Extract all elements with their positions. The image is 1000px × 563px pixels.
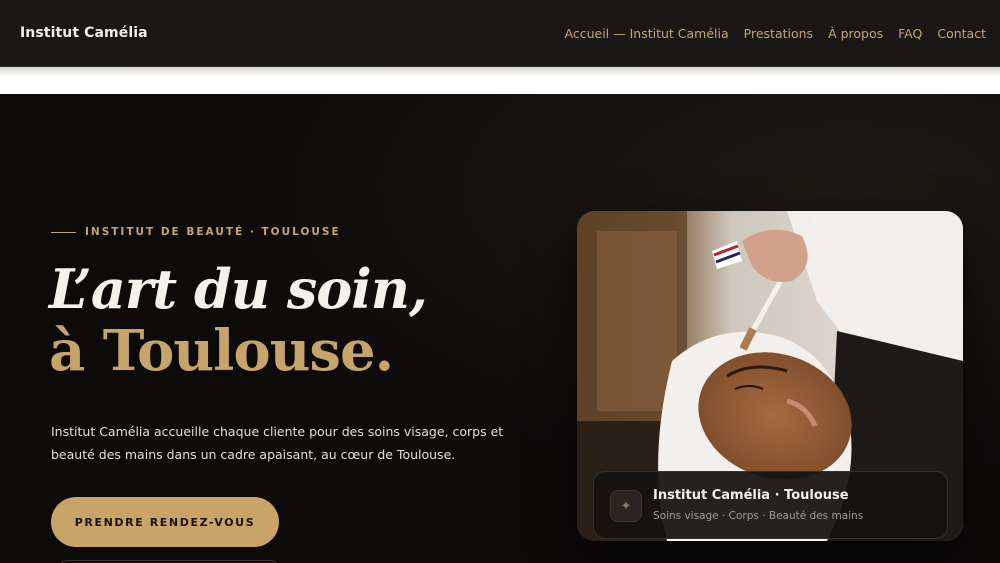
brand-logo[interactable]: Institut Camélia	[20, 25, 148, 41]
hero-eyebrow: INSTITUT DE BEAUTÉ · TOULOUSE	[51, 226, 341, 238]
hero-title-line1: L’art du soin,	[49, 257, 428, 321]
nav-link-contact[interactable]: Contact	[937, 26, 986, 41]
eyebrow-text: INSTITUT DE BEAUTÉ · TOULOUSE	[85, 226, 341, 238]
top-navbar: Institut Camélia Accueil — Institut Camé…	[0, 0, 1000, 67]
hero-description: Institut Camélia accueille chaque client…	[51, 424, 504, 462]
book-appointment-button[interactable]: PRENDRE RENDEZ-VOUS	[51, 497, 279, 547]
nav-link-a-propos[interactable]: À propos	[828, 26, 883, 41]
sparkle-icon: ✦	[610, 490, 642, 522]
eyebrow-line	[51, 231, 76, 233]
card-subtitle: Soins visage · Corps · Beauté des mains	[653, 510, 864, 522]
nav-link-prestations[interactable]: Prestations	[744, 26, 813, 41]
nav-menu: Accueil — Institut Camélia Prestations À…	[565, 26, 986, 41]
hero-title: L’art du soin, à Toulouse.	[49, 257, 428, 384]
card-title: Institut Camélia · Toulouse	[653, 488, 849, 503]
location-card: ✦ Institut Camélia · Toulouse Soins visa…	[593, 471, 948, 539]
header-spacer-band	[0, 67, 1000, 94]
hero-title-line2: à Toulouse.	[49, 318, 394, 384]
nav-link-faq[interactable]: FAQ	[898, 26, 922, 41]
nav-link-accueil[interactable]: Accueil — Institut Camélia	[565, 26, 729, 41]
